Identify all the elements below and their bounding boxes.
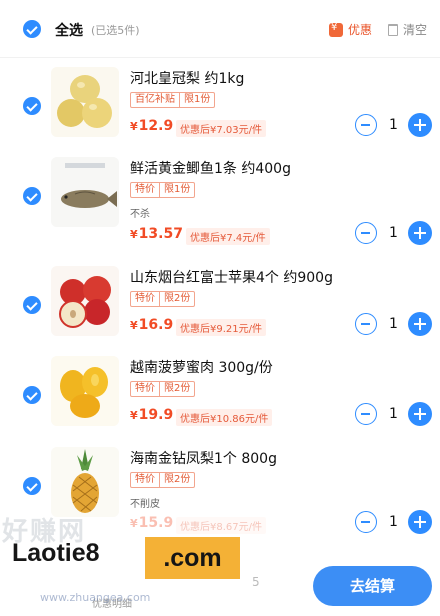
cart-header: 全选 (已选5件) 优惠 清空 [0, 0, 440, 58]
limit-tag: 限1份 [179, 93, 214, 107]
product-tags: 特价 限2份 [130, 291, 196, 307]
product-tags: 特价 限2份 [130, 381, 196, 397]
product-image-pineapple[interactable] [51, 447, 119, 517]
increase-quantity-button[interactable] [408, 312, 432, 336]
product-name[interactable]: 海南金钻凤梨1个 800g [130, 448, 277, 468]
decrease-quantity-button[interactable] [355, 511, 377, 533]
watermark-url: www.zhuangea.com [40, 591, 151, 604]
product-option: 不削皮 [130, 499, 160, 510]
product-option: 不杀 [130, 209, 150, 220]
item-checkbox[interactable] [23, 296, 41, 314]
clear-label: 清空 [403, 23, 428, 37]
increase-quantity-button[interactable] [408, 510, 432, 534]
product-image-pear[interactable] [51, 67, 119, 137]
decrease-quantity-button[interactable] [355, 313, 377, 335]
limit-tag: 限2份 [159, 382, 194, 396]
limit-tag: 限2份 [159, 292, 194, 306]
product-price: ¥12.9 [130, 118, 173, 134]
item-checkbox[interactable] [23, 477, 41, 495]
increase-quantity-button[interactable] [408, 221, 432, 245]
product-tags: 特价 限2份 [130, 472, 196, 488]
coupon-icon [329, 22, 343, 37]
item-checkbox[interactable] [23, 187, 41, 205]
cart-item: 鲜活黄金鲫鱼1条 约400g 特价 限1份 不杀 ¥13.57 优惠后¥7.4元… [0, 155, 440, 245]
currency-symbol: ¥ [130, 120, 138, 133]
discounted-price: 优惠后¥7.03元/件 [176, 120, 266, 137]
product-price: ¥19.9 [130, 407, 173, 423]
trash-icon [388, 23, 398, 36]
clear-button[interactable]: 清空 [388, 21, 427, 38]
quantity-value: 1 [389, 316, 398, 332]
selected-count: (已选5件) [91, 24, 140, 37]
product-tags: 百亿补贴 限1份 [130, 92, 216, 108]
product-name[interactable]: 河北皇冠梨 约1kg [130, 68, 244, 88]
discounted-price: 优惠后¥10.86元/件 [176, 409, 273, 426]
product-image-apple[interactable] [51, 266, 119, 336]
decrease-quantity-button[interactable] [355, 403, 377, 425]
discounted-price: 优惠后¥7.4元/件 [186, 228, 270, 245]
watermark-text: Laotie8 [12, 539, 100, 567]
item-checkbox[interactable] [23, 97, 41, 115]
price-value: 15.9 [138, 515, 174, 531]
quantity-value: 1 [389, 514, 398, 530]
product-price: ¥16.9 [130, 317, 173, 333]
watermark-badge: .com [145, 537, 240, 579]
price-value: 12.9 [138, 118, 174, 134]
quantity-value: 1 [389, 225, 398, 241]
product-image-jackfruit[interactable] [51, 356, 119, 426]
currency-symbol: ¥ [130, 319, 138, 332]
promo-tag: 百亿补贴 [135, 94, 175, 105]
discounted-price: 优惠后¥8.67元/件 [176, 517, 266, 534]
product-name[interactable]: 越南菠萝蜜肉 300g/份 [130, 357, 273, 377]
product-name[interactable]: 鲜活黄金鲫鱼1条 约400g [130, 158, 291, 178]
currency-symbol: ¥ [130, 409, 138, 422]
quantity-value: 1 [389, 117, 398, 133]
limit-tag: 限1份 [159, 183, 194, 197]
promo-tag: 特价 [135, 184, 155, 195]
promo-label: 优惠 [348, 23, 373, 37]
product-name[interactable]: 山东烟台红富士苹果4个 约900g [130, 267, 333, 287]
quantity-value: 1 [389, 406, 398, 422]
promo-button[interactable]: 优惠 [329, 21, 372, 38]
select-all-label[interactable]: 全选 [55, 20, 83, 40]
currency-symbol: ¥ [130, 228, 138, 241]
item-checkbox[interactable] [23, 386, 41, 404]
price-value: 16.9 [138, 317, 174, 333]
cart-item: 河北皇冠梨 约1kg 百亿补贴 限1份 ¥12.9 优惠后¥7.03元/件 1 [0, 65, 440, 155]
promo-tag: 特价 [135, 293, 155, 304]
checkout-button[interactable]: 去结算 [313, 566, 432, 606]
decrease-quantity-button[interactable] [355, 222, 377, 244]
price-value: 13.57 [138, 226, 183, 242]
price-value: 19.9 [138, 407, 174, 423]
increase-quantity-button[interactable] [408, 113, 432, 137]
decrease-quantity-button[interactable] [355, 114, 377, 136]
select-all-checkbox[interactable] [23, 20, 41, 38]
product-image-fish[interactable] [51, 157, 119, 227]
cart-item: 越南菠萝蜜肉 300g/份 特价 限2份 ¥19.9 优惠后¥10.86元/件 … [0, 354, 440, 444]
promo-tag: 特价 [135, 474, 155, 485]
cart-item: 山东烟台红富士苹果4个 约900g 特价 限2份 ¥16.9 优惠后¥9.21元… [0, 264, 440, 354]
watermark: 好赚网 Laotie8 .com www.zhuangea.com [0, 517, 290, 604]
product-price: ¥13.57 [130, 226, 183, 242]
promo-tag: 特价 [135, 383, 155, 394]
product-price: ¥15.9 [130, 515, 173, 531]
product-tags: 特价 限1份 [130, 182, 196, 198]
currency-symbol: ¥ [130, 517, 138, 530]
increase-quantity-button[interactable] [408, 402, 432, 426]
limit-tag: 限2份 [159, 473, 194, 487]
discounted-price: 优惠后¥9.21元/件 [176, 319, 266, 336]
